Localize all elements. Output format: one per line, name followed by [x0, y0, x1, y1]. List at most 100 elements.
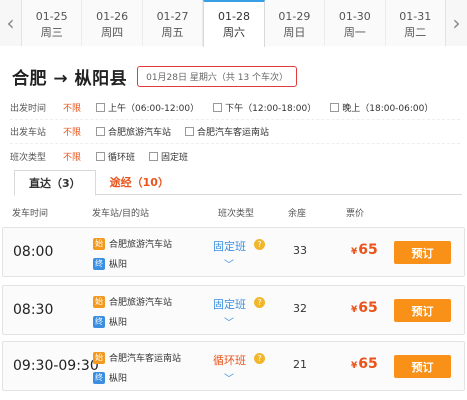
help-icon[interactable]: ?: [254, 239, 265, 250]
date-tab[interactable]: 01-27 周五: [142, 0, 204, 46]
filter-label: 出发时间: [10, 104, 47, 114]
depart-time: 09:30-09:30: [13, 358, 99, 374]
date-tab[interactable]: 01-29 周日: [264, 0, 326, 46]
price: ¥65: [351, 300, 378, 316]
price-value: 65: [358, 300, 378, 316]
option-label: 合肥旅游汽车站: [108, 128, 172, 138]
checkbox[interactable]: [149, 151, 159, 161]
filter-label: 出发车站: [10, 128, 47, 138]
route-header: 合肥 → 枞阳县 01月28日 星期六（共 13 个车次）: [12, 64, 298, 89]
to-station-name: 枞阳: [109, 318, 128, 328]
book-button[interactable]: 预订: [394, 355, 451, 378]
weekday-label: 周三: [40, 26, 63, 39]
start-badge: 始: [93, 351, 105, 364]
trip-type[interactable]: 固定班: [213, 296, 246, 312]
trip-type[interactable]: 循环班: [213, 352, 246, 368]
from-station: 始合肥旅游汽车站: [93, 237, 172, 250]
currency-symbol: ¥: [351, 247, 358, 257]
filter-all-link[interactable]: 不限: [63, 150, 96, 163]
weekday-label: 周六: [222, 26, 245, 39]
price: ¥65: [351, 242, 378, 258]
route-title: 合肥 → 枞阳县: [12, 69, 128, 89]
result-tabs: 直达（3） 途经（10）: [14, 170, 462, 196]
date-tab-selected[interactable]: 01-28 周六: [203, 0, 265, 47]
option-label: 循环班: [108, 152, 136, 163]
checkbox[interactable]: [96, 127, 105, 136]
tab-via[interactable]: 途经（10）: [96, 170, 183, 195]
to-station-name: 枞阳: [109, 260, 128, 270]
filter-depart-station: 出发车站 不限 合肥旅游汽车站 合肥汽车客运南站: [10, 120, 460, 144]
weekday-label: 周一: [343, 26, 366, 39]
checkbox[interactable]: [185, 127, 195, 136]
date-label: 01-31: [399, 10, 432, 23]
price-value: 65: [358, 242, 378, 258]
book-button[interactable]: 预订: [394, 299, 451, 322]
filter-option-evening[interactable]: 晚上（18:00-06:00）: [330, 101, 433, 114]
from-station: 始合肥旅游汽车站: [93, 295, 172, 308]
date-bar: ‹ 01-25 周三 01-26 周四 01-27 周五 01-28 周六 01-29 周…: [0, 0, 467, 47]
currency-symbol: ¥: [351, 361, 358, 371]
tab-direct[interactable]: 直达（3）: [14, 170, 96, 196]
filter-trip-type: 班次类型 不限 循环班 固定班: [10, 144, 460, 168]
weekday-label: 周五: [161, 26, 184, 39]
chevron-left-icon[interactable]: ‹: [0, 0, 22, 46]
filter-option-loop[interactable]: 循环班: [96, 150, 135, 163]
date-label: 01-26: [96, 10, 129, 23]
start-badge: 始: [93, 295, 105, 308]
price: ¥65: [351, 356, 378, 372]
header-type: 班次类型: [218, 209, 255, 219]
date-tab[interactable]: 01-26 周四: [82, 0, 143, 46]
option-label: 固定班: [161, 152, 189, 163]
header-time: 发车时间: [12, 209, 49, 219]
route-date-info: 01月28日 星期六（共 13 个车次）: [137, 66, 298, 87]
checkbox[interactable]: [96, 151, 105, 161]
filter-all-link[interactable]: 不限: [63, 125, 96, 138]
option-label: 下午（12:00-18:00）: [225, 104, 317, 114]
date-tab[interactable]: 01-30 周一: [325, 0, 386, 46]
weekday-label: 周二: [404, 26, 427, 39]
help-icon[interactable]: ?: [254, 297, 265, 308]
seats-left: 32: [293, 302, 307, 315]
trip-type[interactable]: 固定班: [213, 238, 246, 254]
filter-depart-time: 出发时间 不限 上午（06:00-12:00） 下午（12:00-18:00） …: [10, 96, 460, 120]
from-station-name: 合肥旅游汽车站: [109, 298, 173, 308]
date-tab[interactable]: 01-25 周三: [22, 0, 83, 46]
to-station-name: 枞阳: [109, 374, 128, 384]
to-station: 终枞阳: [93, 257, 127, 270]
table-row: 09:30-09:30 始合肥汽车客运南站 终枞阳 循环班 ? ﹀ 21 ¥65…: [2, 341, 465, 391]
date-label: 01-28: [217, 10, 250, 23]
option-label: 合肥汽车客运南站: [197, 128, 270, 138]
book-button[interactable]: 预订: [394, 241, 451, 264]
header-seats: 余座: [288, 209, 307, 219]
table-header: 发车时间 发车站/目的站 班次类型 余座 票价: [0, 201, 467, 223]
chevron-right-icon[interactable]: ›: [445, 0, 467, 46]
filter-option-station[interactable]: 合肥旅游汽车站: [96, 125, 171, 138]
weekday-label: 周四: [101, 26, 124, 39]
end-badge: 终: [93, 257, 105, 270]
filter-all-link[interactable]: 不限: [63, 101, 96, 114]
help-icon[interactable]: ?: [254, 353, 265, 364]
chevron-down-icon[interactable]: ﹀: [224, 370, 234, 385]
table-row: 08:00 始合肥旅游汽车站 终枞阳 固定班 ? ﹀ 33 ¥65 预订: [2, 227, 465, 277]
date-label: 01-29: [278, 10, 311, 23]
filter-option-station[interactable]: 合肥汽车客运南站: [185, 125, 269, 138]
option-label: 晚上（18:00-06:00）: [342, 104, 434, 114]
date-label: 01-25: [35, 10, 68, 23]
filter-option-fixed[interactable]: 固定班: [149, 150, 188, 163]
chevron-down-icon[interactable]: ﹀: [224, 256, 234, 271]
end-badge: 终: [93, 371, 105, 384]
checkbox[interactable]: [330, 103, 340, 112]
filter-option-morning[interactable]: 上午（06:00-12:00）: [96, 101, 199, 114]
price-value: 65: [358, 356, 378, 372]
checkbox[interactable]: [96, 103, 105, 112]
to-station: 终枞阳: [93, 371, 127, 384]
end-badge: 终: [93, 315, 105, 328]
checkbox[interactable]: [213, 103, 223, 112]
from-station-name: 合肥旅游汽车站: [109, 240, 173, 250]
date-label: 01-30: [338, 10, 371, 23]
date-tab[interactable]: 01-31 周二: [385, 0, 445, 46]
chevron-down-icon[interactable]: ﹀: [224, 314, 234, 329]
filter-option-afternoon[interactable]: 下午（12:00-18:00）: [213, 101, 316, 114]
filter-panel: 出发时间 不限 上午（06:00-12:00） 下午（12:00-18:00） …: [10, 96, 460, 168]
header-price: 票价: [346, 209, 365, 219]
